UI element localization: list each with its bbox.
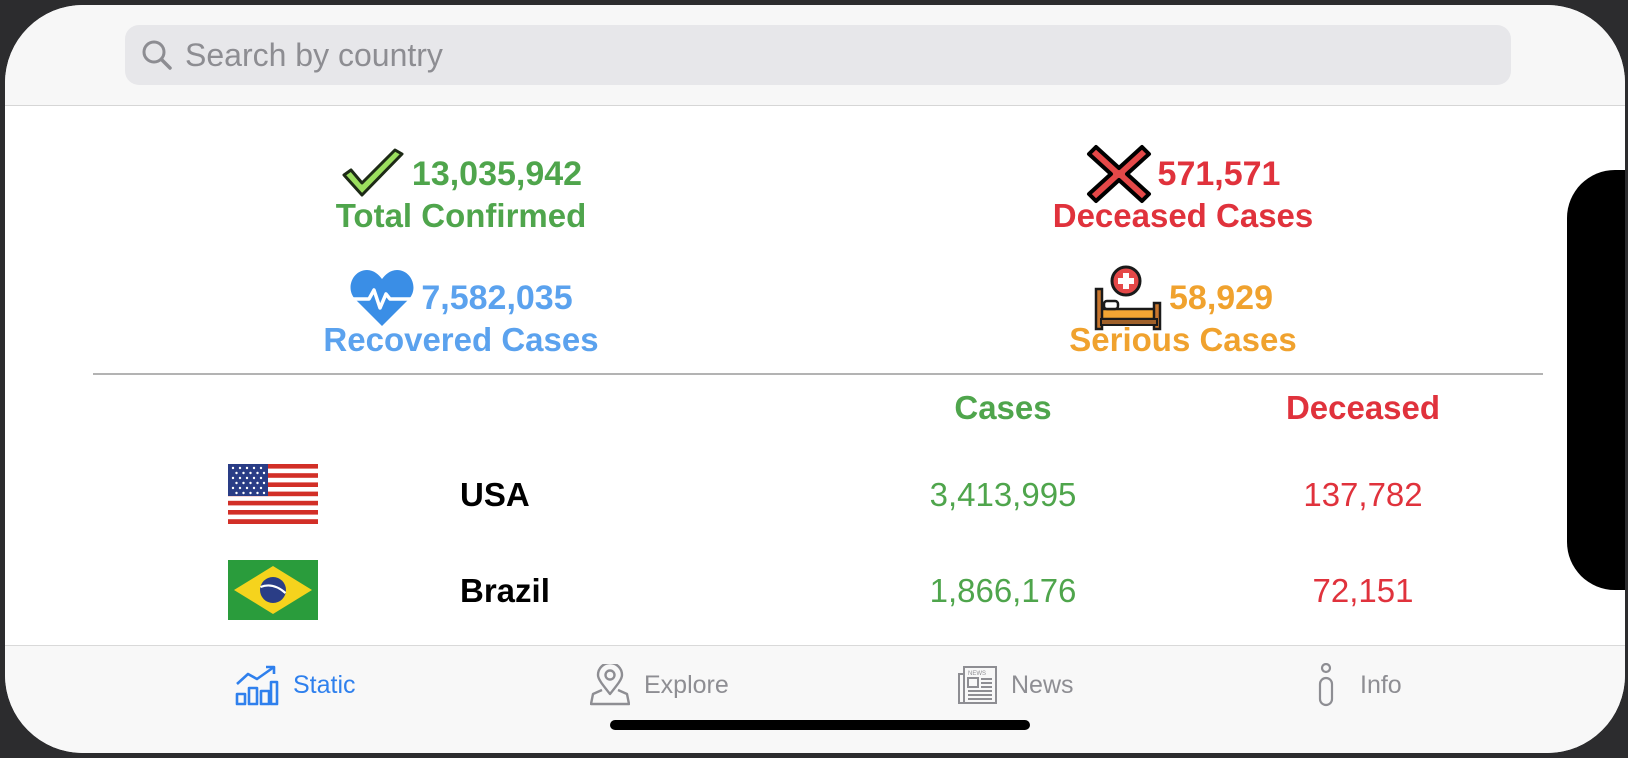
search-bar[interactable] (125, 25, 1511, 85)
country-name: USA (460, 476, 530, 513)
tab-explore[interactable]: Explore (590, 660, 729, 710)
usa-flag-icon (228, 464, 318, 524)
search-input[interactable] (183, 35, 1437, 75)
tab-label: Explore (644, 670, 729, 699)
chart-icon (235, 665, 279, 706)
confirmed-label: Total Confirmed (335, 197, 587, 234)
deceased-value: 137,782 (1303, 476, 1423, 513)
newspaper-icon: NEWS (958, 666, 997, 704)
tab-news[interactable]: NEWS News (957, 660, 1074, 710)
deceased-stat: 571,571 Deceased Cases (973, 143, 1393, 235)
recovered-label: Recovered Cases (323, 321, 599, 358)
deceased-count: 571,571 (1157, 154, 1281, 193)
deceased-value: 72,151 (1312, 572, 1414, 609)
svg-text:NEWS: NEWS (968, 671, 986, 677)
cross-icon (1086, 145, 1151, 203)
tab-label: Info (1360, 670, 1402, 699)
app-screen: 13,035,942 Total Confirmed 571,571 Decea… (5, 5, 1625, 753)
serious-count: 58,929 (1169, 278, 1273, 317)
deceased-label: Deceased Cases (1052, 197, 1314, 234)
cases-value: 1,866,176 (929, 572, 1077, 609)
heart-pulse-icon (350, 270, 414, 326)
tab-info[interactable]: Info (1318, 660, 1402, 710)
recovered-stat: 7,582,035 Recovered Cases (251, 267, 671, 359)
serious-label: Serious Cases (1069, 321, 1297, 358)
tab-bar: Static Explore NEWS News Info (5, 645, 1625, 753)
tab-label: News (1011, 670, 1074, 699)
checkmark-icon (342, 148, 404, 197)
country-name: Brazil (460, 572, 550, 609)
home-indicator (610, 720, 1030, 730)
cases-value: 3,413,995 (929, 476, 1077, 513)
map-pin-icon (590, 664, 630, 706)
recovered-count: 7,582,035 (421, 278, 573, 317)
confirmed-count: 13,035,942 (411, 154, 583, 193)
info-icon (1318, 663, 1334, 707)
table-row[interactable]: Brazil 1,866,176 72,151 (5, 560, 1625, 630)
tab-label: Static (293, 670, 356, 699)
cases-column-header: Cases (954, 389, 1052, 426)
brazil-flag-icon (228, 560, 318, 620)
device-notch (1567, 170, 1625, 590)
table-row[interactable]: USA 3,413,995 137,782 (5, 464, 1625, 534)
divider (93, 373, 1543, 375)
serious-stat: 58,929 Serious Cases (973, 265, 1393, 359)
deceased-column-header: Deceased (1285, 389, 1441, 426)
tab-static[interactable]: Static (235, 660, 356, 710)
search-icon (142, 40, 172, 70)
search-header (5, 5, 1625, 106)
confirmed-stat: 13,035,942 Total Confirmed (251, 143, 671, 235)
